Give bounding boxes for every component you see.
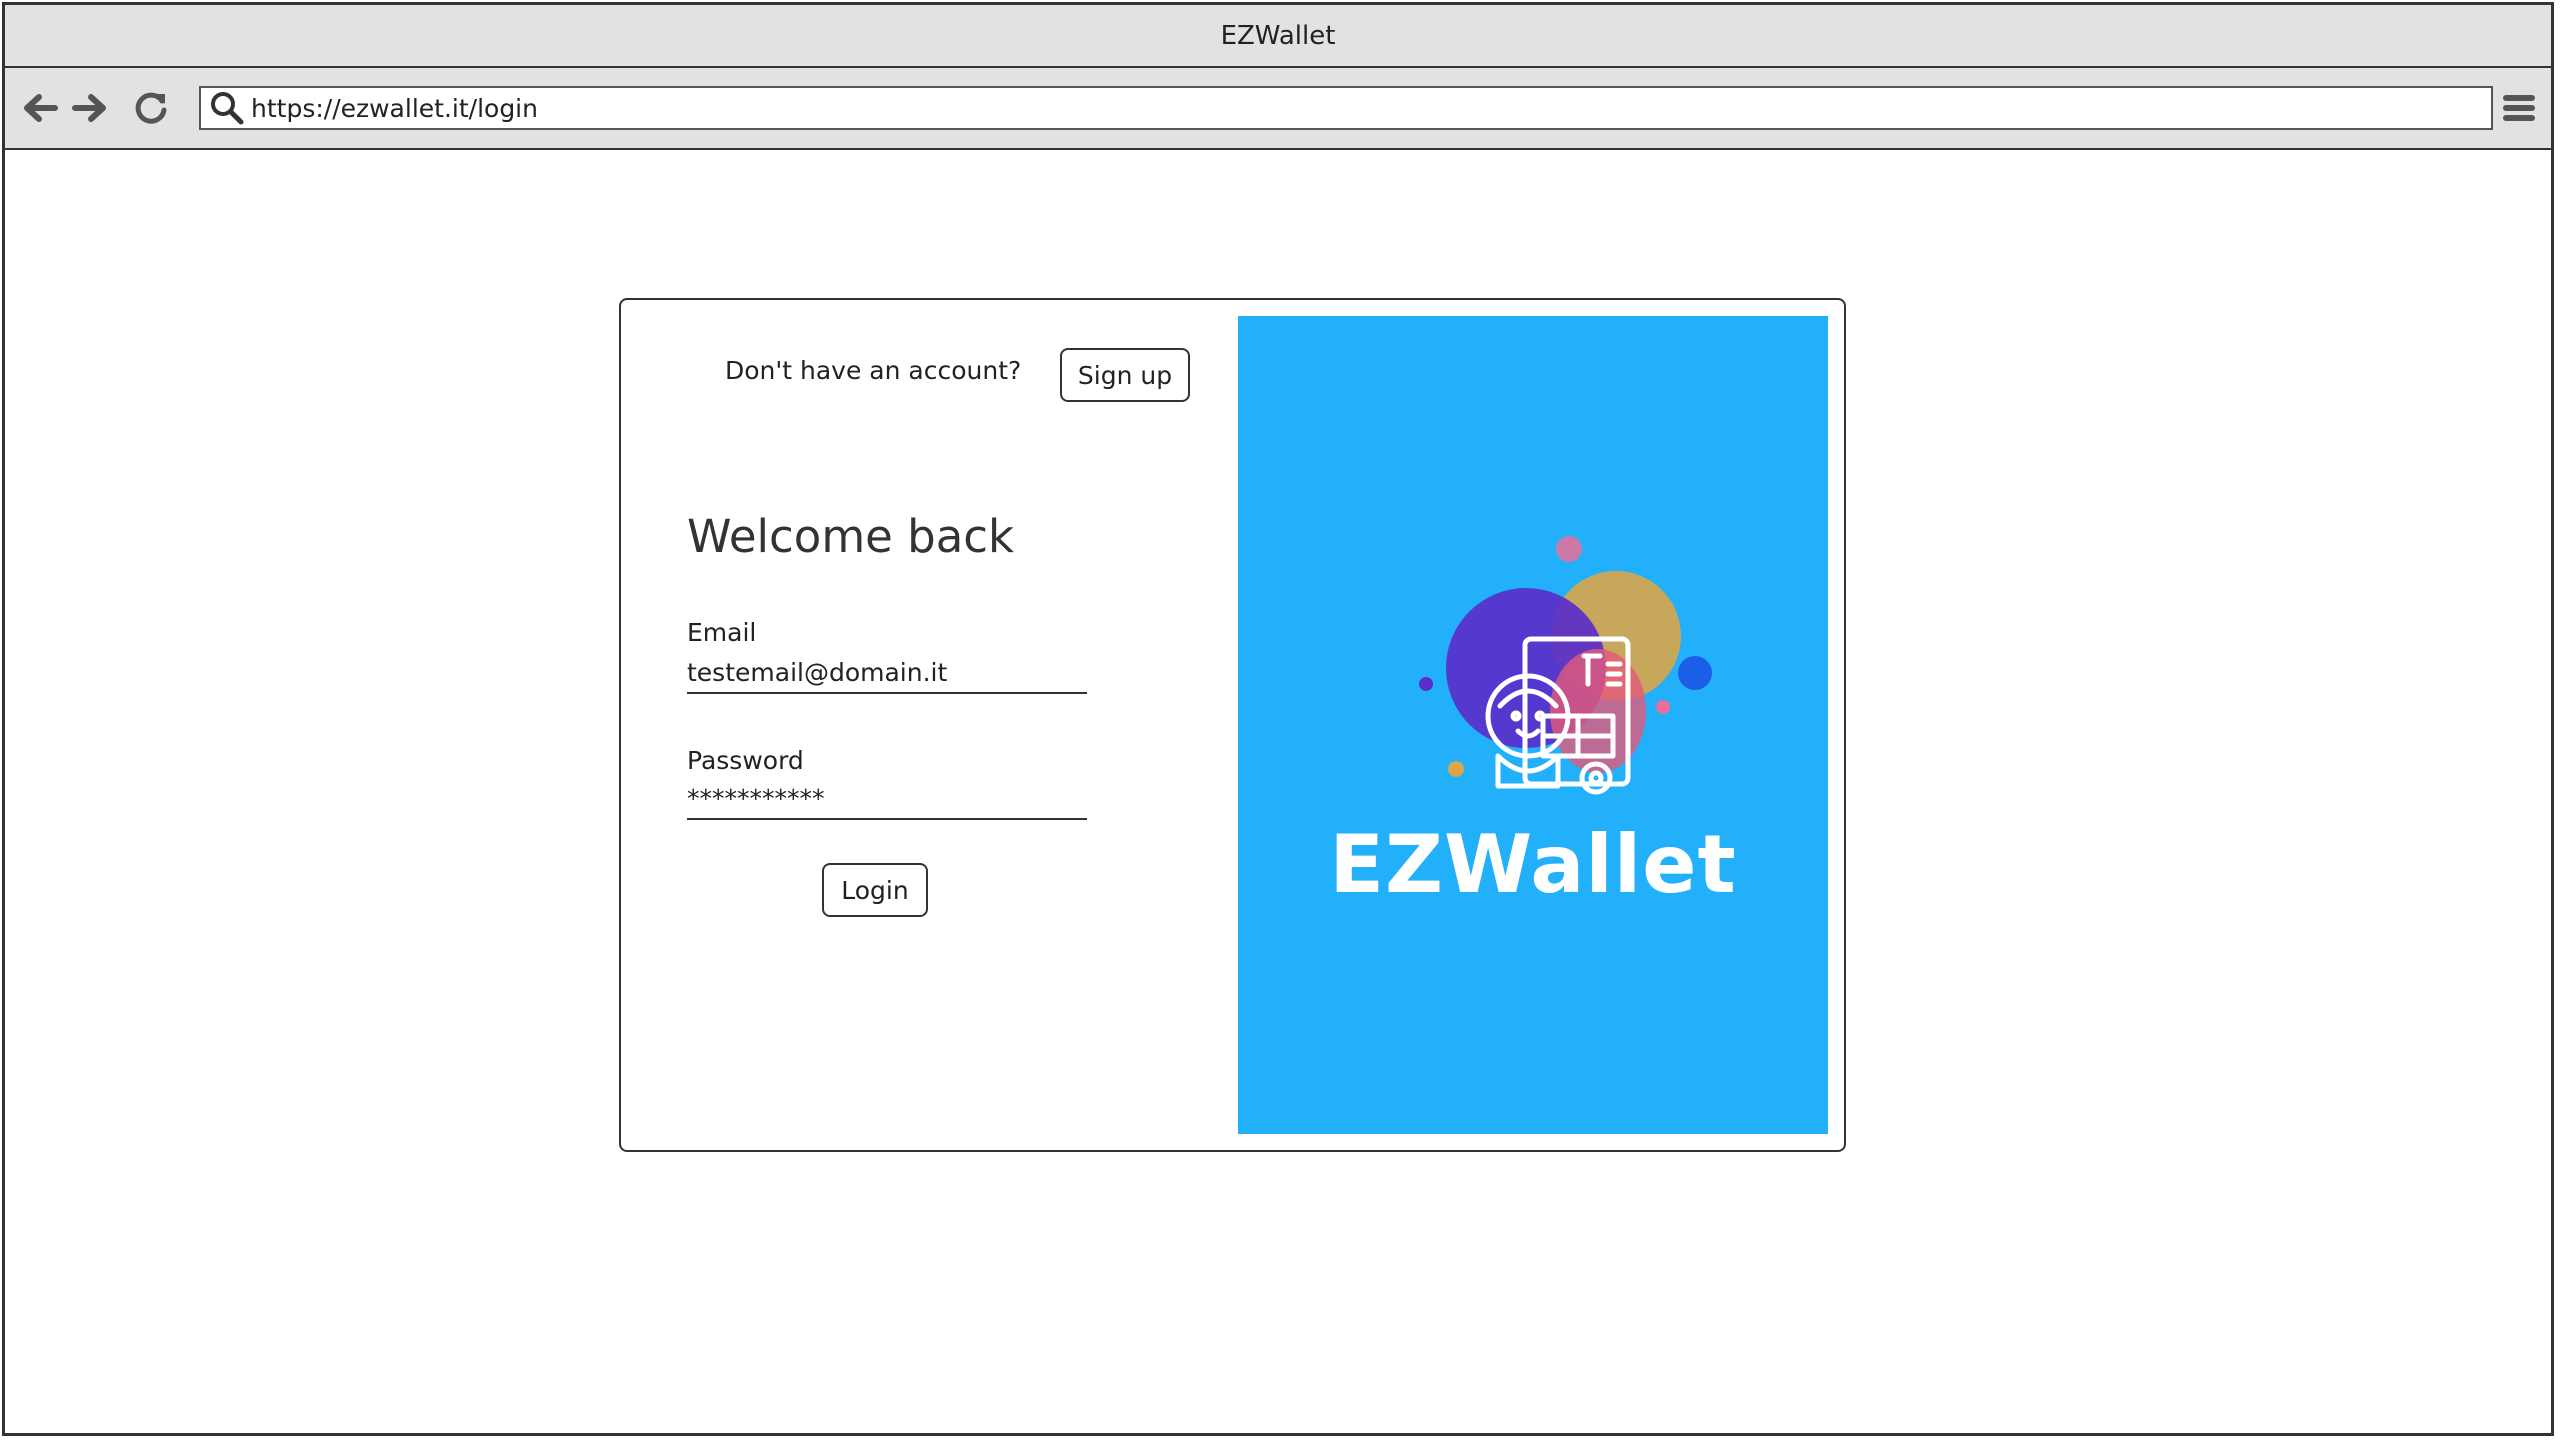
password-label: Password <box>687 746 804 775</box>
email-field[interactable] <box>687 652 1087 694</box>
search-icon <box>211 92 244 125</box>
no-account-text: Don't have an account? <box>725 356 1022 385</box>
browser-window: EZWallet Don't have an accoun <box>2 2 2554 1436</box>
page-title: Welcome back <box>687 510 1015 563</box>
window-titlebar: EZWallet <box>5 5 2551 68</box>
hamburger-menu-icon[interactable] <box>2499 88 2539 128</box>
password-field[interactable] <box>687 778 1087 820</box>
login-card: Don't have an account? Sign up Welcome b… <box>619 298 1846 1152</box>
brand-logo-text: EZWallet <box>1329 818 1737 911</box>
email-label: Email <box>687 618 757 647</box>
address-bar[interactable] <box>199 86 2493 130</box>
url-input[interactable] <box>251 93 2491 123</box>
browser-toolbar <box>5 68 2551 150</box>
window-title: EZWallet <box>1220 20 1336 51</box>
arrow-right-icon[interactable] <box>71 88 111 128</box>
arrow-left-icon[interactable] <box>19 88 59 128</box>
promo-panel: EZWallet <box>1238 316 1828 1134</box>
signup-button[interactable]: Sign up <box>1060 348 1190 402</box>
login-button[interactable]: Login <box>822 863 928 917</box>
reload-icon[interactable] <box>131 88 171 128</box>
wallet-illustration <box>1419 536 1712 795</box>
